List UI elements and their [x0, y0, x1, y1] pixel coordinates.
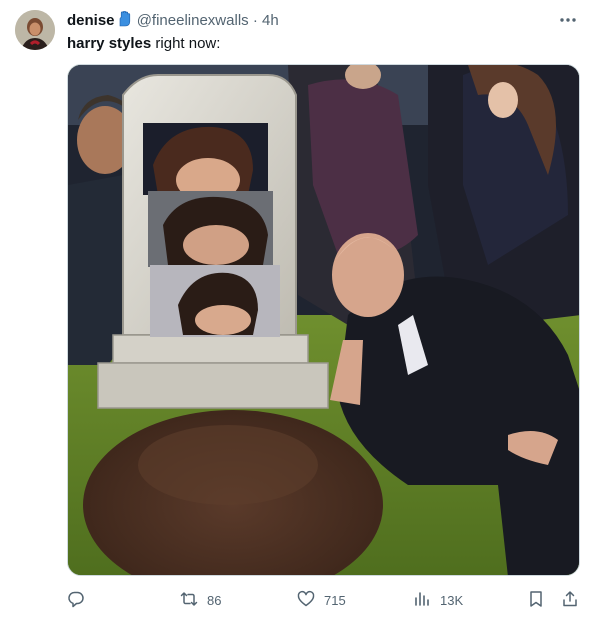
author-display-name[interactable]: denise [67, 12, 115, 29]
tweet-header: denise @fineelinexwalls · 4h [67, 10, 279, 30]
share-icon [561, 590, 579, 611]
retweet-count: 86 [207, 592, 222, 608]
tweet-text-rest: right now: [151, 35, 221, 52]
like-button[interactable]: 715 [297, 588, 346, 612]
like-count: 715 [324, 592, 346, 608]
bookmark-button[interactable] [527, 588, 545, 612]
author-handle[interactable]: @fineelinexwalls [137, 12, 249, 29]
tweet[interactable]: denise @fineelinexwalls · 4h harry style… [0, 0, 596, 622]
bookmark-icon [527, 590, 545, 611]
views-button[interactable]: 13K [413, 588, 463, 612]
tweet-timestamp[interactable]: 4h [262, 12, 279, 29]
more-options-icon[interactable] [557, 10, 579, 30]
retweet-icon [180, 590, 198, 611]
heart-icon [297, 590, 315, 611]
tweet-actions: 86 715 13K [67, 588, 580, 612]
reply-icon [67, 590, 85, 611]
share-button[interactable] [561, 588, 579, 612]
header-separator: · [252, 12, 258, 29]
author-avatar[interactable] [15, 10, 55, 50]
views-count: 13K [440, 592, 464, 608]
views-chart-icon [413, 590, 431, 611]
tweet-text: harry styles right now: [67, 34, 220, 54]
tweet-media-image[interactable] [67, 64, 580, 576]
hand-emoji-icon [117, 10, 131, 27]
reply-button[interactable] [67, 588, 85, 612]
tweet-text-bold: harry styles [67, 35, 152, 52]
retweet-button[interactable]: 86 [180, 588, 221, 612]
